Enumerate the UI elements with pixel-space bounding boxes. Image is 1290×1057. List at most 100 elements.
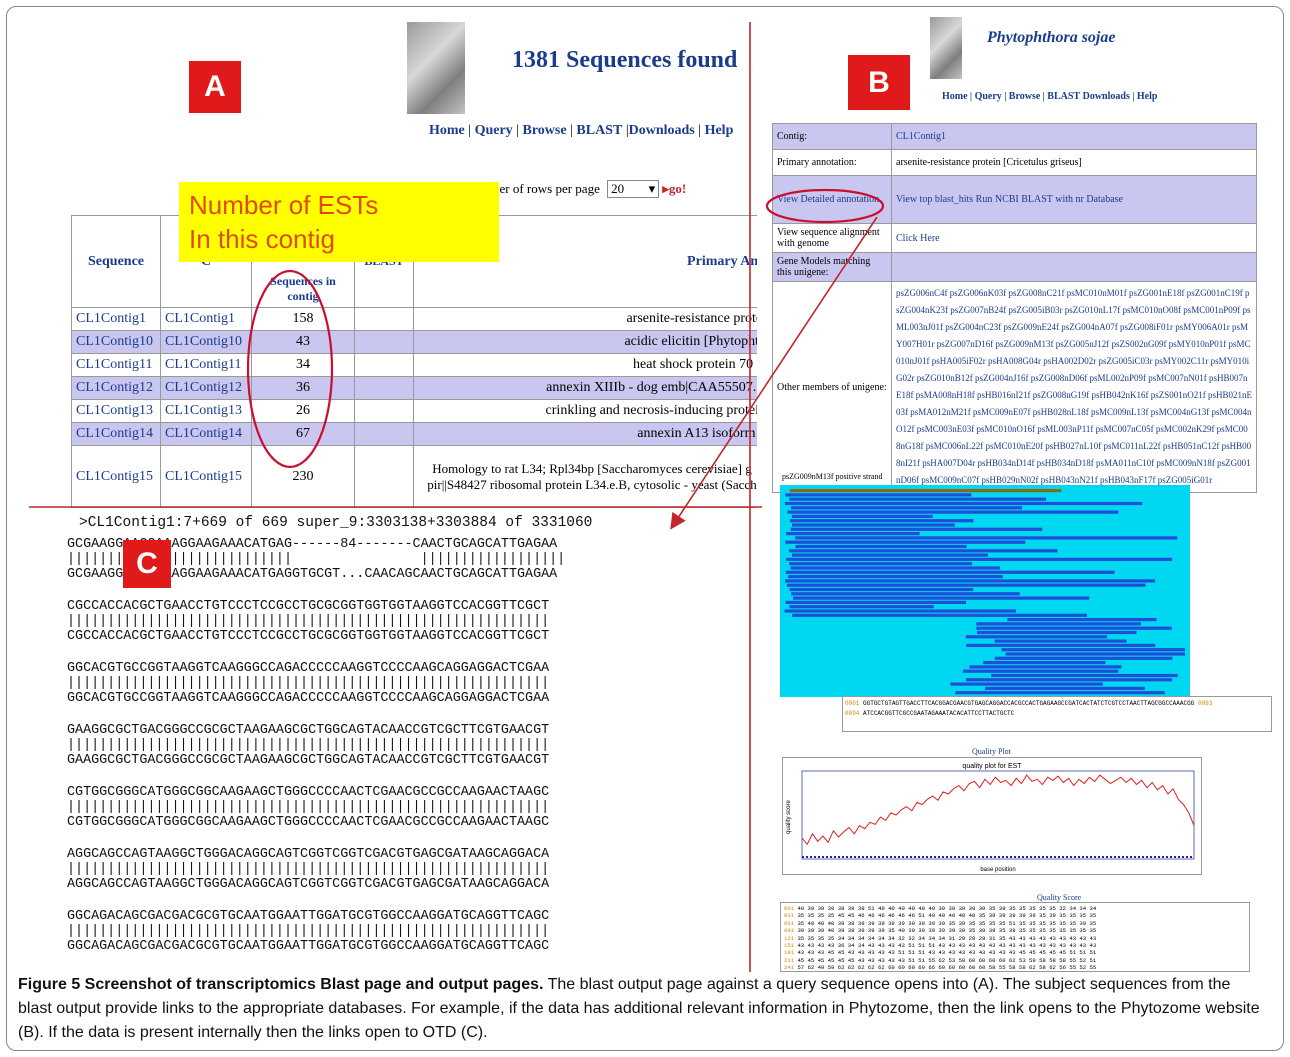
alignment-block: GAAGGCGCTGACGGGCCGCGCTAAGAAGCGCTGGCAGTAC… <box>67 723 565 768</box>
query-line: AGGCAGCCAGTAAGGCTGGGACAGGCAGTCGGTCGGTCGA… <box>67 847 550 862</box>
blast-cell <box>354 307 414 331</box>
alignment-bar <box>786 583 1146 587</box>
nav-blast[interactable]: BLAST <box>1047 91 1080 102</box>
annotation-cell: heat shock protein 70 [( <box>413 353 757 377</box>
alignment-bar <box>790 527 1043 531</box>
alignment-block: GGCACGTGCCGGTAAGGTCAAGGGCCAGACCCCCAAGGTC… <box>67 661 565 706</box>
results-title: 1381 Sequences found <box>512 47 738 73</box>
panel-a: A 1381 Sequences found Home | Query | Br… <box>67 17 757 512</box>
annotation-cell: acidic elicitin [Phytophth <box>413 330 757 354</box>
nav-browse[interactable]: Browse <box>1009 91 1040 102</box>
contig-link[interactable]: CL1Contig1 <box>160 307 252 331</box>
alignment-bar <box>785 579 1156 583</box>
contig-link[interactable]: CL1Contig15 <box>160 445 252 508</box>
blast-cell <box>354 422 414 446</box>
sequence-link[interactable]: CL1Contig12 <box>71 376 161 400</box>
alignment-bar <box>787 510 1119 514</box>
sequence-link[interactable]: CL1Contig11 <box>71 353 161 377</box>
subject-line: CGCCACCACGCTGAACCTGTCCCTCCGCCTGCGCGGTGGT… <box>67 629 550 644</box>
detail-label: Primary annotation: <box>772 149 892 176</box>
query-line: GGCACGTGCCGGTAAGGTCAAGGGCCAGACCCCCAAGGTC… <box>67 661 550 676</box>
contig-link[interactable]: CL1Contig10 <box>160 330 252 354</box>
blast-cell <box>354 399 414 423</box>
alignment-bar <box>966 643 1156 647</box>
contig-link[interactable]: CL1Contig14 <box>160 422 252 446</box>
click-here-link[interactable]: Click Here <box>891 223 1257 253</box>
panel-b: Phytophthora sojae B Home | Query | Brow… <box>772 17 1283 1017</box>
view-detailed-annotation-link[interactable]: View Detailed annotation <box>772 175 892 224</box>
nav-browse[interactable]: Browse <box>523 123 567 138</box>
row-number: 241 <box>784 964 795 972</box>
nav-home[interactable]: Home <box>942 91 968 102</box>
detail-row: View Detailed annotation View top blast_… <box>772 175 1257 224</box>
nav-downloads[interactable]: Downloads <box>1083 91 1130 102</box>
sequence-link[interactable]: CL1Contig13 <box>71 399 161 423</box>
match-line: ||||||||||||||||||||||||||||||||||||||||… <box>67 614 550 629</box>
strand-label: psZG009nM13f positive strand <box>782 472 883 481</box>
est-count-callout: Number of ESTs In this contig <box>179 182 499 262</box>
sequence-link[interactable]: CL1Contig10 <box>71 330 161 354</box>
panel-c: >CL1Contig1:7+669 of 669 super_9:3303138… <box>67 512 757 972</box>
alignment-bar <box>785 540 1026 544</box>
match-line: ||||||||||||||||||||||||||||||||||||||||… <box>67 862 550 877</box>
alignment-view <box>780 485 1190 697</box>
row-number: 091 <box>784 927 795 935</box>
figure-caption: Figure 5 Screenshot of transcriptomics B… <box>18 973 1268 1045</box>
alignment-bar <box>791 514 933 518</box>
nav-help[interactable]: Help <box>1137 91 1158 102</box>
sequence-text: ATCCACGGTTCGCCGAATAGAAATACACATTCCTTACTGC… <box>863 710 1015 717</box>
subject-line: GAAGGCGCTGACGGGCCGCGCTAAGAAGCGCTGGCAGTAC… <box>67 753 550 768</box>
blast-cell <box>354 353 414 377</box>
row-values: 45 45 45 45 45 45 43 43 43 43 43 51 51 5… <box>797 956 1097 964</box>
alignment-bar <box>785 600 966 604</box>
detail-row: Primary annotation: arsenite-resistance … <box>772 149 1257 176</box>
alignment-block: GGCAGACAGCGACGACGCGTGCAATGGAATTGGATGCGTG… <box>67 909 565 954</box>
alignment-bar <box>962 669 1119 673</box>
alignment-bar <box>969 665 1122 669</box>
quality-plot-title: Quality Plot <box>972 747 1011 756</box>
match-line: ||||||||||||||||||||||||||||||||||||||||… <box>67 800 550 815</box>
alignment-bar <box>994 656 1173 660</box>
sequence-link[interactable]: CL1Contig1 <box>71 307 161 331</box>
sequence-link[interactable]: CL1Contig14 <box>71 422 161 446</box>
chevron-down-icon: ▾ <box>648 181 656 196</box>
blast-cell <box>354 445 414 508</box>
quality-row: 031 35 35 35 35 45 45 46 46 46 46 46 46 … <box>784 912 1246 919</box>
alignment-bar <box>966 678 1173 682</box>
go-button[interactable]: ▸go! <box>662 181 686 196</box>
nav-blast[interactable]: BLAST <box>576 123 622 138</box>
alignment-bar <box>788 575 1003 579</box>
rows-select[interactable]: 20 ▾ <box>607 180 660 198</box>
sequence-link[interactable]: CL1Contig15 <box>71 445 161 508</box>
contig-link[interactable]: CL1Contig13 <box>160 399 252 423</box>
nav-downloads[interactable]: Downloads <box>629 123 695 138</box>
query-line: CGTGGCGGGCATGGGCGGCAAGAAGCTGGGCCCCAACTCG… <box>67 785 550 800</box>
contig-link[interactable]: CL1Contig12 <box>160 376 252 400</box>
nav-query[interactable]: Query <box>475 123 513 138</box>
rows-per-page: Number of rows per page 20 ▾ ▸go! <box>467 180 686 198</box>
annotation-cell: Homology to rat L34; Rpl34bp [Saccharomy… <box>413 445 757 508</box>
annotation-cell: crinkling and necrosis-inducing protein <box>413 399 757 423</box>
contig-link[interactable]: CL1Contig11 <box>160 353 252 377</box>
query-line: GGCAGACAGCGACGACGCGTGCAATGGAATTGGATGCGTG… <box>67 909 550 924</box>
alignment-bar <box>1007 618 1157 622</box>
alignment-bar <box>985 686 1145 690</box>
est-count: 230 <box>251 445 355 508</box>
nav-home[interactable]: Home <box>429 123 465 138</box>
blast-cell <box>354 376 414 400</box>
table-row: CL1Contig15 CL1Contig15 230 Homology to … <box>71 445 757 508</box>
strand-sequence: 0001 GGTGCTGTAGTTGACCTTCACGGACGAACGTGAGC… <box>842 696 1272 732</box>
panel-a-nav: Home | Query | Browse | BLAST |Downloads… <box>429 123 734 138</box>
est-count: 36 <box>251 376 355 400</box>
detail-row: View sequence alignment with genome Clic… <box>772 223 1257 253</box>
quality-row: 001 40 39 39 39 39 39 39 51 40 40 40 40 … <box>784 905 1246 912</box>
alignment-bar <box>792 553 988 557</box>
detail-value <box>891 252 1257 282</box>
nav-help[interactable]: Help <box>705 123 734 138</box>
unigene-members[interactable]: psZG006nC4f psZG006nK03f psZG008nC21f ps… <box>891 281 1257 493</box>
blast-hit-links[interactable]: View top blast_hits Run NCBI BLAST with … <box>891 175 1257 224</box>
figure-frame: A 1381 Sequences found Home | Query | Br… <box>6 6 1284 1051</box>
query-line: GAAGGCGCTGACGGGCCGCGCTAAGAAGCGCTGGCAGTAC… <box>67 723 550 738</box>
nav-query[interactable]: Query <box>975 91 1002 102</box>
row-number: 121 <box>784 934 795 942</box>
